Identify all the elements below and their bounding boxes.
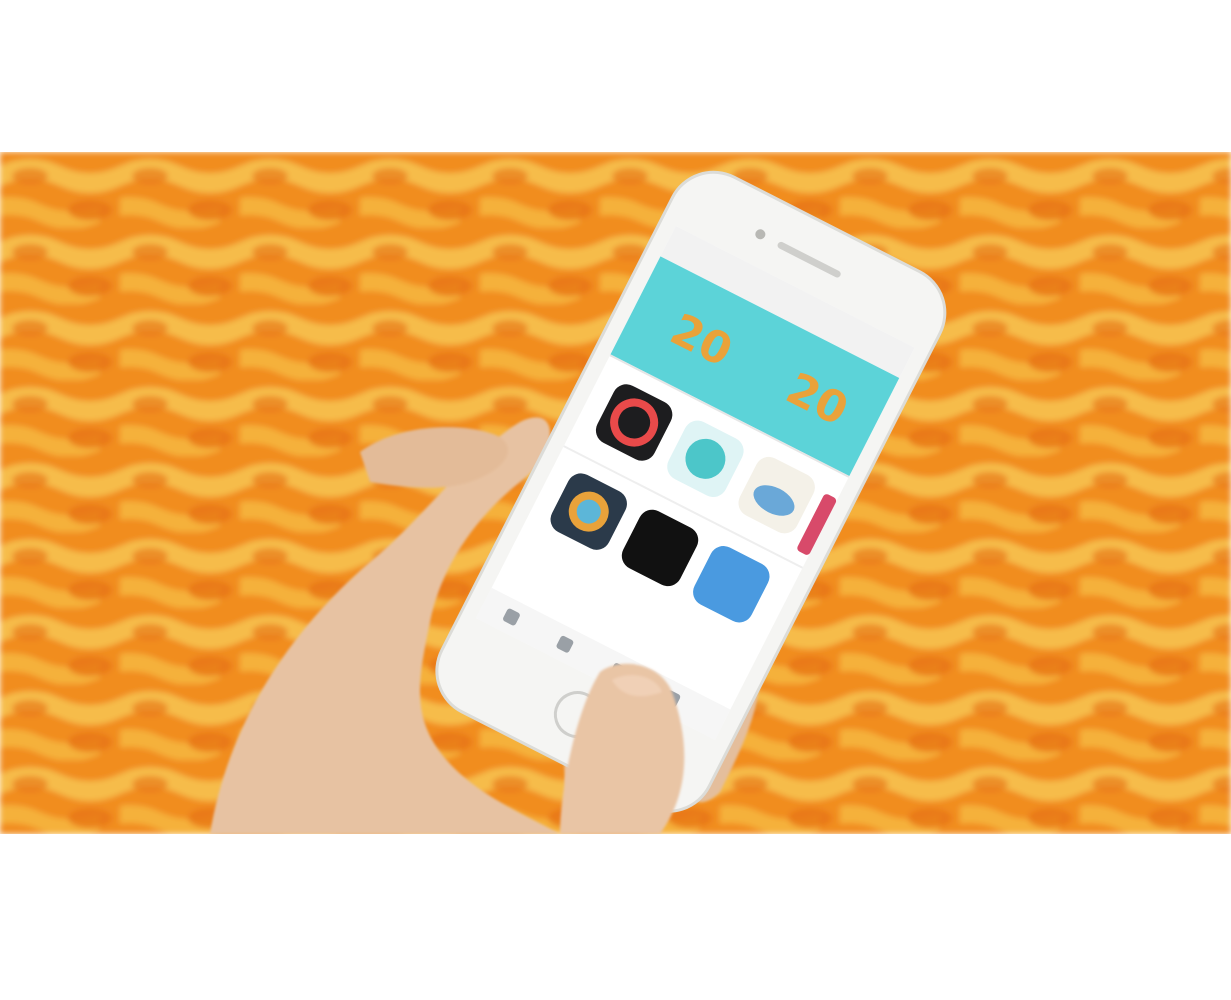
photo: 20 20 [0, 152, 1231, 834]
